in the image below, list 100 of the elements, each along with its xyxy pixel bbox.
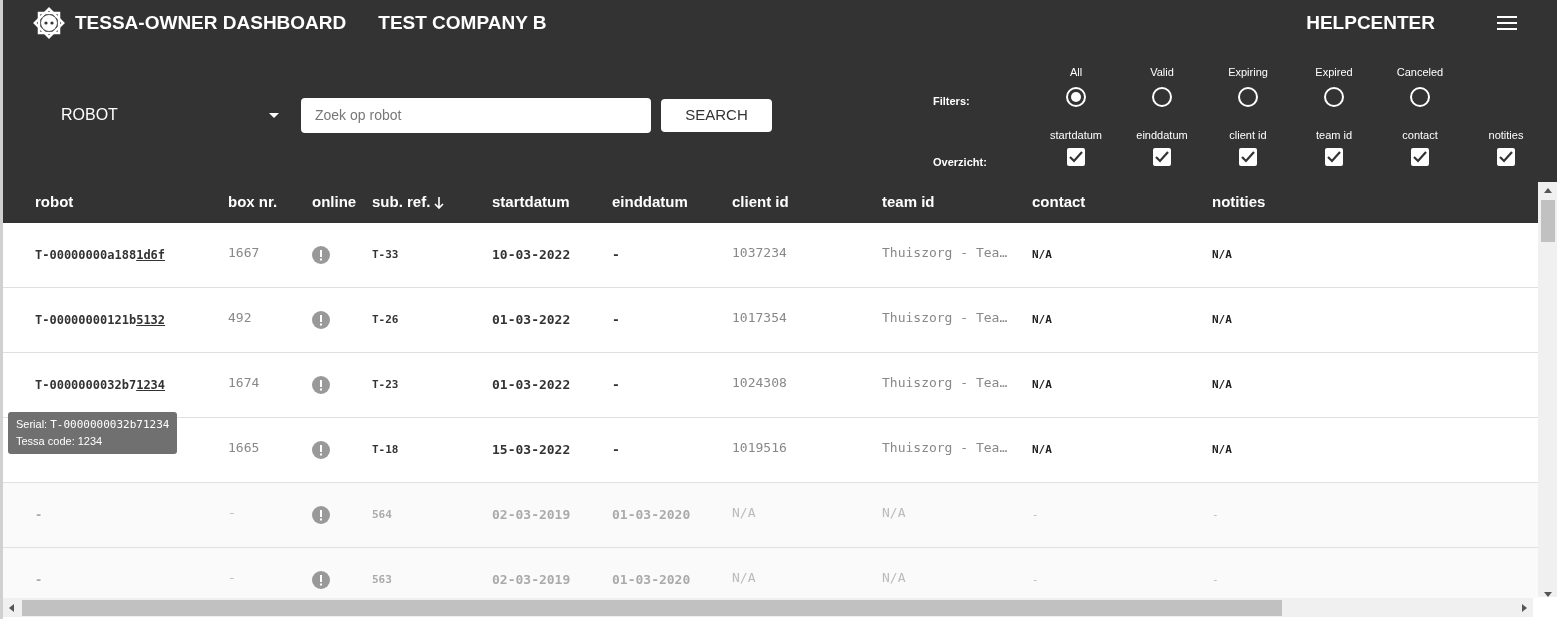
table-cell: N/A [1032,377,1052,391]
table-cell: - [228,505,236,521]
column-checkbox[interactable] [1497,147,1515,166]
table-cell: 1019516 [732,440,787,456]
table-cell: - [1032,572,1039,586]
table-cell: T-33 [372,247,399,261]
column-header[interactable]: online [312,191,372,214]
table-cell: 1024308 [732,375,787,391]
filter-radio[interactable] [1152,86,1172,107]
table-cell: 1037234 [732,245,787,261]
filter-label: Expired [1315,65,1353,80]
robot-serial-link[interactable]: T-00000000121b5132 [35,313,166,328]
column-toggle-label: client id [1229,128,1267,143]
scroll-right-icon[interactable] [1522,603,1527,612]
scroll-left-icon[interactable] [9,603,14,612]
overview-label: Overzicht: [933,154,988,170]
helpcenter-link[interactable]: HELPCENTER [1306,8,1435,38]
column-checkbox[interactable] [1239,147,1257,166]
table-cell: 10-03-2022 [492,247,571,263]
table-cell: N/A [1032,312,1052,326]
filter-label: Expiring [1228,65,1268,80]
column-toggle-label: notities [1488,128,1524,143]
scrollbar-thumb[interactable] [1540,200,1555,243]
column-header[interactable]: client id [732,191,882,214]
search-button[interactable]: SEARCH [661,98,772,132]
column-header[interactable]: einddatum [612,191,732,214]
column-header[interactable]: sub. ref. [372,191,492,214]
scrollbar-thumb[interactable] [22,599,1282,616]
table-cell: - [1212,507,1219,521]
filter-label: Canceled [1396,65,1444,80]
app-title: TESSA-OWNER DASHBOARD [75,10,347,35]
table-cell: - [1212,572,1219,586]
company-name: TEST COMPANY B [378,10,547,35]
category-dropdown[interactable]: ROBOT [61,103,291,127]
robot-serial-link[interactable]: T-0000000032b71234 [35,378,166,393]
column-toggle-label: team id [1315,128,1353,143]
menu-icon[interactable] [1497,16,1517,30]
table-cell: N/A [732,505,756,521]
column-header[interactable]: robot [35,191,228,214]
offline-alert-icon [312,376,330,395]
column-checkbox[interactable] [1153,147,1171,166]
table-cell: N/A [732,570,756,586]
table-cell: - [228,570,236,586]
table-cell: 01-03-2020 [612,572,691,588]
table-cell: T-26 [372,312,399,326]
offline-alert-icon [312,571,330,590]
table-cell: 01-03-2020 [612,507,691,523]
table-cell: N/A [1212,377,1232,391]
filter-radio[interactable] [1066,86,1086,107]
table-cell: N/A [1032,247,1052,261]
offline-alert-icon [312,246,330,265]
table-cell: 564 [372,507,392,521]
tooltip-code-text: Tessa code: 1234 [16,434,104,450]
table-cell: 1017354 [732,310,787,326]
horizontal-scrollbar[interactable] [3,598,1533,617]
table-cell: 02-03-2019 [492,572,571,588]
table-cell: - [612,247,620,263]
filter-label: Valid [1150,65,1174,80]
table-cell: 02-03-2019 [492,507,571,523]
table-cell: T-18 [372,442,399,456]
table-cell: N/A [1212,312,1232,326]
column-checkbox[interactable] [1411,147,1429,166]
table-cell: - [1032,507,1039,521]
table-cell: T-23 [372,377,399,391]
table-cell: 1667 [228,245,260,261]
tooltip-serial-text: Serial: T-0000000032b71234 [16,417,170,434]
table-cell: - [612,312,620,328]
table-cell: Thuiszorg - Tea… [882,440,1008,456]
offline-alert-icon [312,506,330,525]
scroll-down-icon[interactable] [1543,592,1552,598]
caret-icon [269,112,279,118]
column-header[interactable]: notities [1212,191,1412,214]
offline-alert-icon [312,441,330,460]
filter-radio[interactable] [1238,86,1258,107]
column-header[interactable]: team id [882,191,1032,214]
column-header[interactable]: box nr. [228,191,312,214]
table-cell: 492 [228,310,252,326]
column-toggle-label: contact [1402,128,1438,143]
column-checkbox[interactable] [1325,147,1343,166]
robot-logo-icon [33,7,65,39]
table-cell: N/A [1212,442,1232,456]
scroll-up-icon[interactable] [1543,188,1552,194]
table-cell: N/A [882,505,906,521]
filter-radio[interactable] [1410,86,1430,107]
column-header[interactable]: startdatum [492,191,612,214]
column-checkbox[interactable] [1067,147,1085,166]
column-toggle-label: startdatum [1050,128,1102,143]
table-cell: N/A [1212,247,1232,261]
filters-label: Filters: [933,93,971,109]
table-cell: Thuiszorg - Tea… [882,375,1008,391]
table-cell: - [612,442,620,458]
vertical-scrollbar[interactable] [1538,182,1557,598]
column-toggle-label: einddatum [1136,128,1188,143]
search-field[interactable]: Zoek op robot [301,97,651,133]
table-cell: 1674 [228,375,260,391]
table-cell: 01-03-2022 [492,312,571,328]
column-header[interactable]: contact [1032,191,1212,214]
table-cell: - [612,377,620,393]
filter-radio[interactable] [1324,86,1344,107]
robot-serial-link[interactable]: T-00000000a1881d6f [35,248,166,263]
